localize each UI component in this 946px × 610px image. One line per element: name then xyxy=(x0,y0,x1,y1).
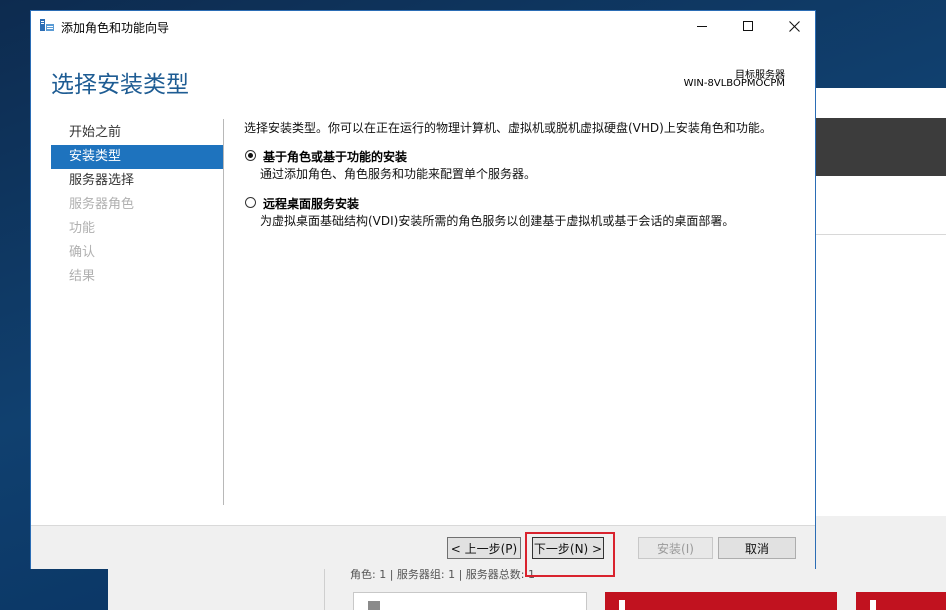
status-tile-red[interactable] xyxy=(605,592,837,610)
wizard-footer: < 上一步(P) 下一步(N) > 安装(I) 取消 xyxy=(31,525,815,577)
tile-icon xyxy=(870,600,876,610)
nav-item-installation-type[interactable]: 安装类型 xyxy=(51,145,223,169)
nav-item-confirmation: 确认 xyxy=(69,245,96,260)
wizard-step-nav: 开始之前 安装类型 服务器选择 服务器角色 功能 确认 结果 xyxy=(51,121,223,289)
nav-item-before-you-begin[interactable]: 开始之前 xyxy=(51,121,223,145)
option-description: 通过添加角色、角色服务和功能来配置单个服务器。 xyxy=(260,167,537,181)
title-bar[interactable]: 添加角色和功能向导 xyxy=(31,11,815,41)
page-title: 选择安装类型 xyxy=(51,72,189,98)
install-button: 安装(I) xyxy=(638,537,713,559)
add-roles-wizard-dialog: 添加角色和功能向导 选择安装类型 目标服务器 WIN-8VLBOPMOCPM 开… xyxy=(30,10,816,577)
server-tile[interactable] xyxy=(353,592,587,610)
next-button[interactable]: 下一步(N) > xyxy=(532,537,604,559)
option-description: 为虚拟桌面基础结构(VDI)安装所需的角色服务以创建基于虚拟机或基于会话的桌面部… xyxy=(260,214,735,228)
tile-icon xyxy=(619,600,625,610)
server-manager-app-icon xyxy=(40,19,54,31)
maximize-icon xyxy=(743,21,753,31)
target-server-name: WIN-8VLBOPMOCPM xyxy=(683,78,785,89)
option-title[interactable]: 基于角色或基于功能的安装 xyxy=(263,148,407,165)
nav-item-results: 结果 xyxy=(69,269,96,284)
previous-button[interactable]: < 上一步(P) xyxy=(447,537,521,559)
option-title[interactable]: 远程桌面服务安装 xyxy=(263,195,359,212)
nav-item-features: 功能 xyxy=(69,221,96,236)
window-title: 添加角色和功能向导 xyxy=(61,21,170,35)
nav-divider xyxy=(223,119,224,505)
minimize-icon xyxy=(697,25,707,27)
radio-role-based[interactable] xyxy=(245,150,256,161)
close-icon xyxy=(788,20,800,32)
nav-item-server-roles: 服务器角色 xyxy=(69,197,135,212)
nav-item-server-selection[interactable]: 服务器选择 xyxy=(51,169,223,193)
radio-remote-desktop[interactable] xyxy=(245,197,256,208)
server-manager-header-bar xyxy=(814,118,946,176)
close-button[interactable] xyxy=(771,11,817,41)
cancel-button[interactable]: 取消 xyxy=(718,537,796,559)
intro-text: 选择安装类型。你可以在正在运行的物理计算机、虚拟机或脱机虚拟硬盘(VHD)上安装… xyxy=(244,121,772,135)
minimize-button[interactable] xyxy=(679,11,725,41)
maximize-button[interactable] xyxy=(725,11,771,41)
server-icon xyxy=(368,601,380,610)
status-tile-red[interactable] xyxy=(856,592,946,610)
server-manager-separator xyxy=(814,234,946,235)
